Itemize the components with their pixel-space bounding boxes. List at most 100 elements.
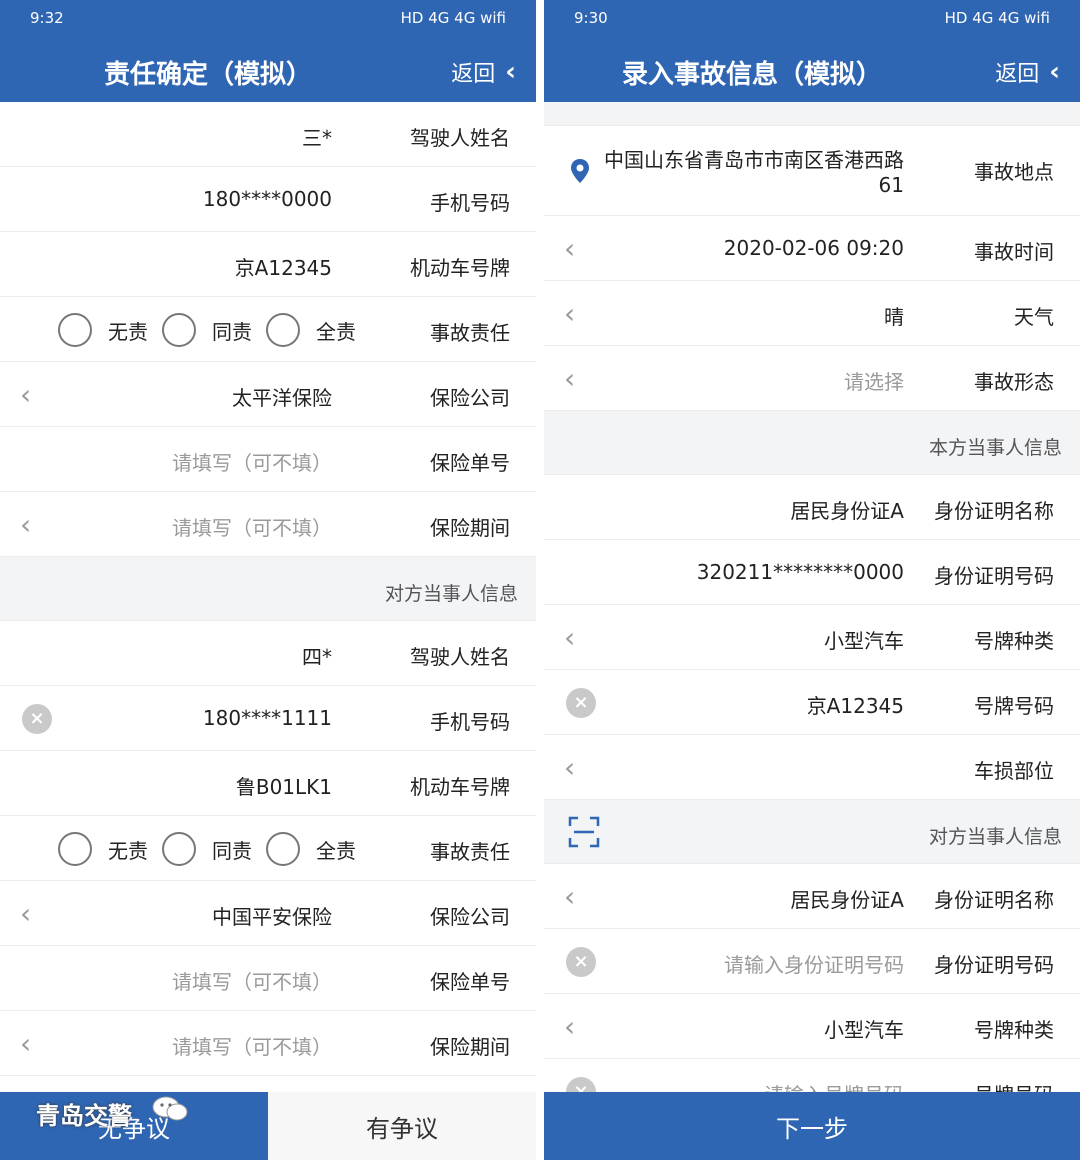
field-own-damage-part[interactable]: 车损部位 ‹ (544, 735, 1080, 800)
field-other-phone[interactable]: 手机号码 180****1111 × (0, 686, 536, 751)
field-own-plate-number[interactable]: 号牌号码 京A12345 × (544, 670, 1080, 735)
field-label: 身份证明名称 (934, 888, 1054, 912)
radio-no-liability[interactable]: 无责 (58, 313, 148, 347)
back-button[interactable]: 返回 ‹ (451, 56, 516, 88)
dispute-button[interactable]: 有争议 (268, 1092, 536, 1160)
radio-circle-icon[interactable] (266, 313, 300, 347)
radio-full-liability[interactable]: 全责 (266, 313, 356, 347)
radio-circle-icon[interactable] (266, 832, 300, 866)
chevron-icon: ‹ (20, 897, 32, 930)
clear-icon[interactable]: × (22, 704, 52, 734)
field-label: 手机号码 (430, 191, 510, 215)
field-accident-type[interactable]: 事故形态 请选择 ‹ (544, 346, 1080, 411)
field-label: 号牌种类 (974, 629, 1054, 653)
chevron-icon: ‹ (564, 880, 576, 913)
field-label: 保险公司 (430, 386, 510, 410)
watermark-text: 青岛交警 (36, 1102, 132, 1130)
chevron-icon: ‹ (564, 297, 576, 330)
field-label: 号牌种类 (974, 1018, 1054, 1042)
radio-equal-liability[interactable]: 同责 (162, 313, 252, 347)
field-label: 车损部位 (974, 759, 1054, 783)
status-bar: 9:30 HD 4G 4G wifi (544, 0, 1080, 38)
field-own-driver-name[interactable]: 驾驶人姓名 三* (0, 102, 536, 167)
field-placeholder: 请选择 (844, 370, 904, 394)
location-pin-icon[interactable] (570, 158, 590, 184)
scan-icon[interactable] (568, 816, 600, 848)
nav-bar: 责任确定（模拟） 返回 ‹ (0, 38, 536, 102)
radio-full-liability[interactable]: 全责 (266, 832, 356, 866)
radio-label: 无责 (108, 319, 148, 344)
field-placeholder: 请填写（可不填） (172, 1035, 332, 1059)
chevron-icon: ‹ (20, 508, 32, 541)
field-own-plate[interactable]: 机动车号牌 京A12345 (0, 232, 536, 297)
button-label: 下一步 (776, 1114, 848, 1143)
field-other-id-type[interactable]: 身份证明名称 居民身份证A ‹ (544, 864, 1080, 929)
field-own-id-number[interactable]: 身份证明号码 320211********0000 (544, 540, 1080, 605)
section-title: 对方当事人信息 (928, 826, 1062, 848)
section-other-party: 对方当事人信息 (544, 800, 1080, 864)
radio-circle-icon[interactable] (58, 313, 92, 347)
field-label: 手机号码 (430, 710, 510, 734)
field-other-insurance-company[interactable]: 保险公司 中国平安保险 ‹ (0, 881, 536, 946)
accident-info-screen: 9:30 HD 4G 4G wifi 录入事故信息（模拟） 返回 ‹ 事故地点 … (544, 0, 1080, 1160)
field-other-plate-type[interactable]: 号牌种类 小型汽车 ‹ (544, 994, 1080, 1059)
field-own-policy-no[interactable]: 保险单号 请填写（可不填） (0, 427, 536, 492)
field-own-policy-period[interactable]: 保险期间 请填写（可不填） ‹ (0, 492, 536, 557)
clear-icon[interactable]: × (566, 688, 596, 718)
field-label: 身份证明名称 (934, 499, 1054, 523)
field-placeholder: 请填写（可不填） (172, 516, 332, 540)
field-value: 鲁B01LK1 (235, 775, 332, 799)
field-value: 居民身份证A (790, 499, 904, 523)
field-label: 机动车号牌 (410, 256, 510, 280)
section-title: 对方当事人信息 (384, 583, 518, 605)
field-value: 中国平安保险 (212, 905, 332, 929)
field-label: 驾驶人姓名 (410, 645, 510, 669)
field-value: 四* (302, 645, 332, 669)
radio-circle-icon[interactable] (58, 832, 92, 866)
radio-circle-icon[interactable] (162, 313, 196, 347)
field-other-policy-no[interactable]: 保险单号 请填写（可不填） (0, 946, 536, 1011)
field-own-plate-type[interactable]: 号牌种类 小型汽车 ‹ (544, 605, 1080, 670)
field-label: 事故地点 (974, 160, 1054, 184)
no-dispute-button[interactable]: 无争议 青岛交警 (0, 1092, 268, 1160)
status-time: 9:32 (30, 9, 64, 27)
field-label: 事故责任 (430, 321, 510, 345)
field-own-phone[interactable]: 手机号码 180****0000 (0, 167, 536, 232)
radio-label: 全责 (316, 838, 356, 863)
field-value: 小型汽车 (824, 1018, 904, 1042)
radio-circle-icon[interactable] (162, 832, 196, 866)
field-value: 晴 (884, 305, 904, 329)
field-other-driver-name[interactable]: 驾驶人姓名 四* (0, 621, 536, 686)
page-title: 责任确定（模拟） (103, 60, 312, 90)
field-label: 保险期间 (430, 516, 510, 540)
status-time: 9:30 (574, 9, 608, 27)
field-accident-time[interactable]: 事故时间 2020-02-06 09:20 ‹ (544, 216, 1080, 281)
field-own-insurance-company[interactable]: 保险公司 太平洋保险 ‹ (0, 362, 536, 427)
next-step-button[interactable]: 下一步 (544, 1092, 1080, 1160)
page-title: 录入事故信息（模拟） (621, 60, 882, 90)
field-accident-location[interactable]: 事故地点 中国山东省青岛市市南区香港西路61 (544, 126, 1080, 216)
back-button[interactable]: 返回 ‹ (995, 56, 1060, 88)
panel-divider (536, 0, 544, 1160)
field-value: 320211********0000 (696, 560, 904, 584)
field-value: 三* (302, 126, 332, 150)
field-label: 身份证明号码 (934, 953, 1054, 977)
bottom-action-bar: 下一步 (544, 1092, 1080, 1160)
field-own-id-type[interactable]: 身份证明名称 居民身份证A (544, 475, 1080, 540)
chevron-icon: ‹ (564, 362, 576, 395)
field-other-policy-period[interactable]: 保险期间 请填写（可不填） ‹ (0, 1011, 536, 1076)
radio-equal-liability[interactable]: 同责 (162, 832, 252, 866)
field-label: 保险期间 (430, 1035, 510, 1059)
bottom-action-bar: 无争议 青岛交警 有争议 (0, 1092, 536, 1160)
field-label: 身份证明号码 (934, 564, 1054, 588)
field-label: 保险单号 (430, 451, 510, 475)
radio-no-liability[interactable]: 无责 (58, 832, 148, 866)
field-other-plate[interactable]: 机动车号牌 鲁B01LK1 (0, 751, 536, 816)
radio-label: 无责 (108, 838, 148, 863)
field-placeholder: 请填写（可不填） (172, 451, 332, 475)
field-weather[interactable]: 天气 晴 ‹ (544, 281, 1080, 346)
field-other-id-number[interactable]: 身份证明号码 请输入身份证明号码 × (544, 929, 1080, 994)
clear-icon[interactable]: × (566, 947, 596, 977)
status-bar: 9:32 HD 4G 4G wifi (0, 0, 536, 38)
chevron-icon: ‹ (564, 232, 576, 265)
